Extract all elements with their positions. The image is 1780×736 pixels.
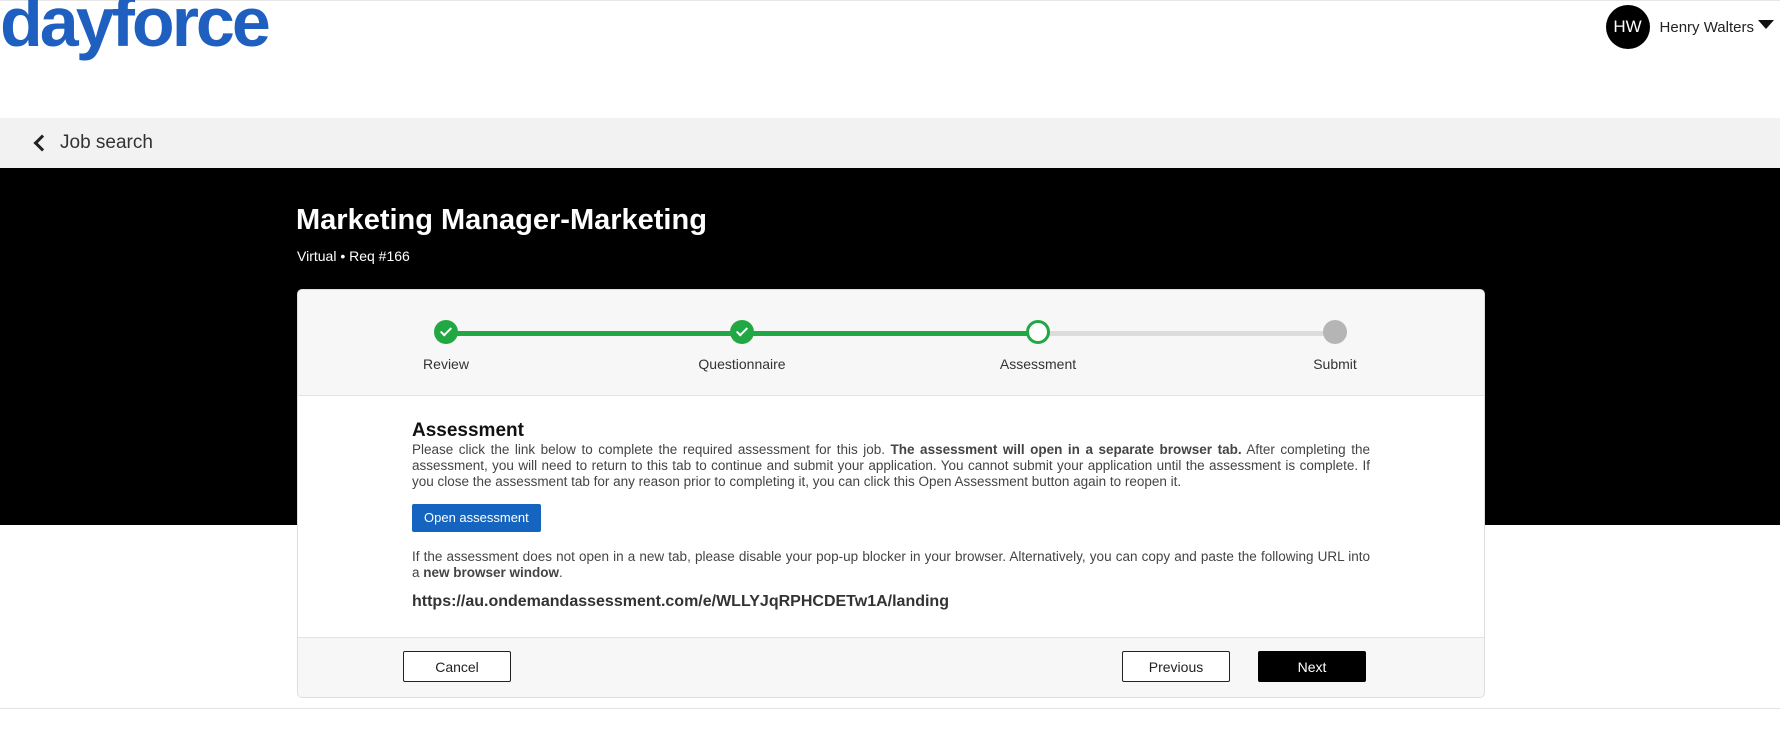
step-label: Review [423, 356, 469, 372]
step-label: Assessment [999, 356, 1077, 372]
instructions-bold-text: The assessment will open in a separate b… [890, 441, 1242, 457]
card-footer: Cancel Previous Next [298, 637, 1484, 697]
job-meta: Virtual • Req #166 [297, 248, 410, 264]
application-stepper: Review Questionnaire Assessment Submit [298, 290, 1484, 396]
avatar[interactable]: HW [1605, 5, 1650, 49]
check-icon [735, 324, 749, 337]
dayforce-logo[interactable]: dayforce [0, 0, 271, 57]
step-review: Review [366, 320, 526, 372]
instructions-text-1: Please click the link below to complete … [412, 441, 891, 457]
popup-note-bold-text: new browser window [423, 564, 560, 580]
popup-blocker-note: If the assessment does not open in a new… [412, 549, 1370, 581]
section-title: Assessment [412, 420, 524, 441]
assessment-instructions: Please click the link below to complete … [412, 442, 1370, 490]
check-icon [439, 324, 453, 337]
user-menu[interactable]: HW Henry Walters [1605, 5, 1780, 49]
assessment-url[interactable]: https://au.ondemandassessment.com/e/WLLY… [412, 593, 1370, 611]
step-assessment: Assessment [958, 320, 1118, 372]
page-divider [0, 708, 1780, 709]
step-label: Submit [1313, 356, 1357, 372]
breadcrumb: Job search [0, 118, 1780, 168]
previous-button[interactable]: Previous [1122, 651, 1230, 682]
step-pending-indicator [1323, 320, 1347, 344]
cancel-button[interactable]: Cancel [403, 651, 511, 682]
caret-down-icon[interactable] [1758, 19, 1774, 29]
step-current-indicator [1026, 320, 1050, 344]
job-title: Marketing Manager-Marketing [296, 204, 707, 236]
assessment-section: Assessment Please click the link below t… [412, 420, 1370, 611]
step-complete-indicator [730, 320, 754, 344]
step-label: Questionnaire [698, 356, 786, 372]
step-submit: Submit [1255, 320, 1415, 372]
top-header: dayforce HW Henry Walters [0, 0, 1780, 118]
next-button[interactable]: Next [1258, 651, 1366, 682]
popup-note-text-2: . [559, 564, 563, 580]
back-to-job-search-link[interactable]: Job search [60, 132, 153, 154]
chevron-left-icon[interactable] [33, 134, 51, 152]
step-complete-indicator [434, 320, 458, 344]
open-assessment-button[interactable]: Open assessment [412, 503, 541, 532]
user-name[interactable]: Henry Walters [1660, 19, 1754, 36]
application-card: Review Questionnaire Assessment Submit A… [297, 289, 1485, 698]
step-questionnaire: Questionnaire [662, 320, 822, 372]
